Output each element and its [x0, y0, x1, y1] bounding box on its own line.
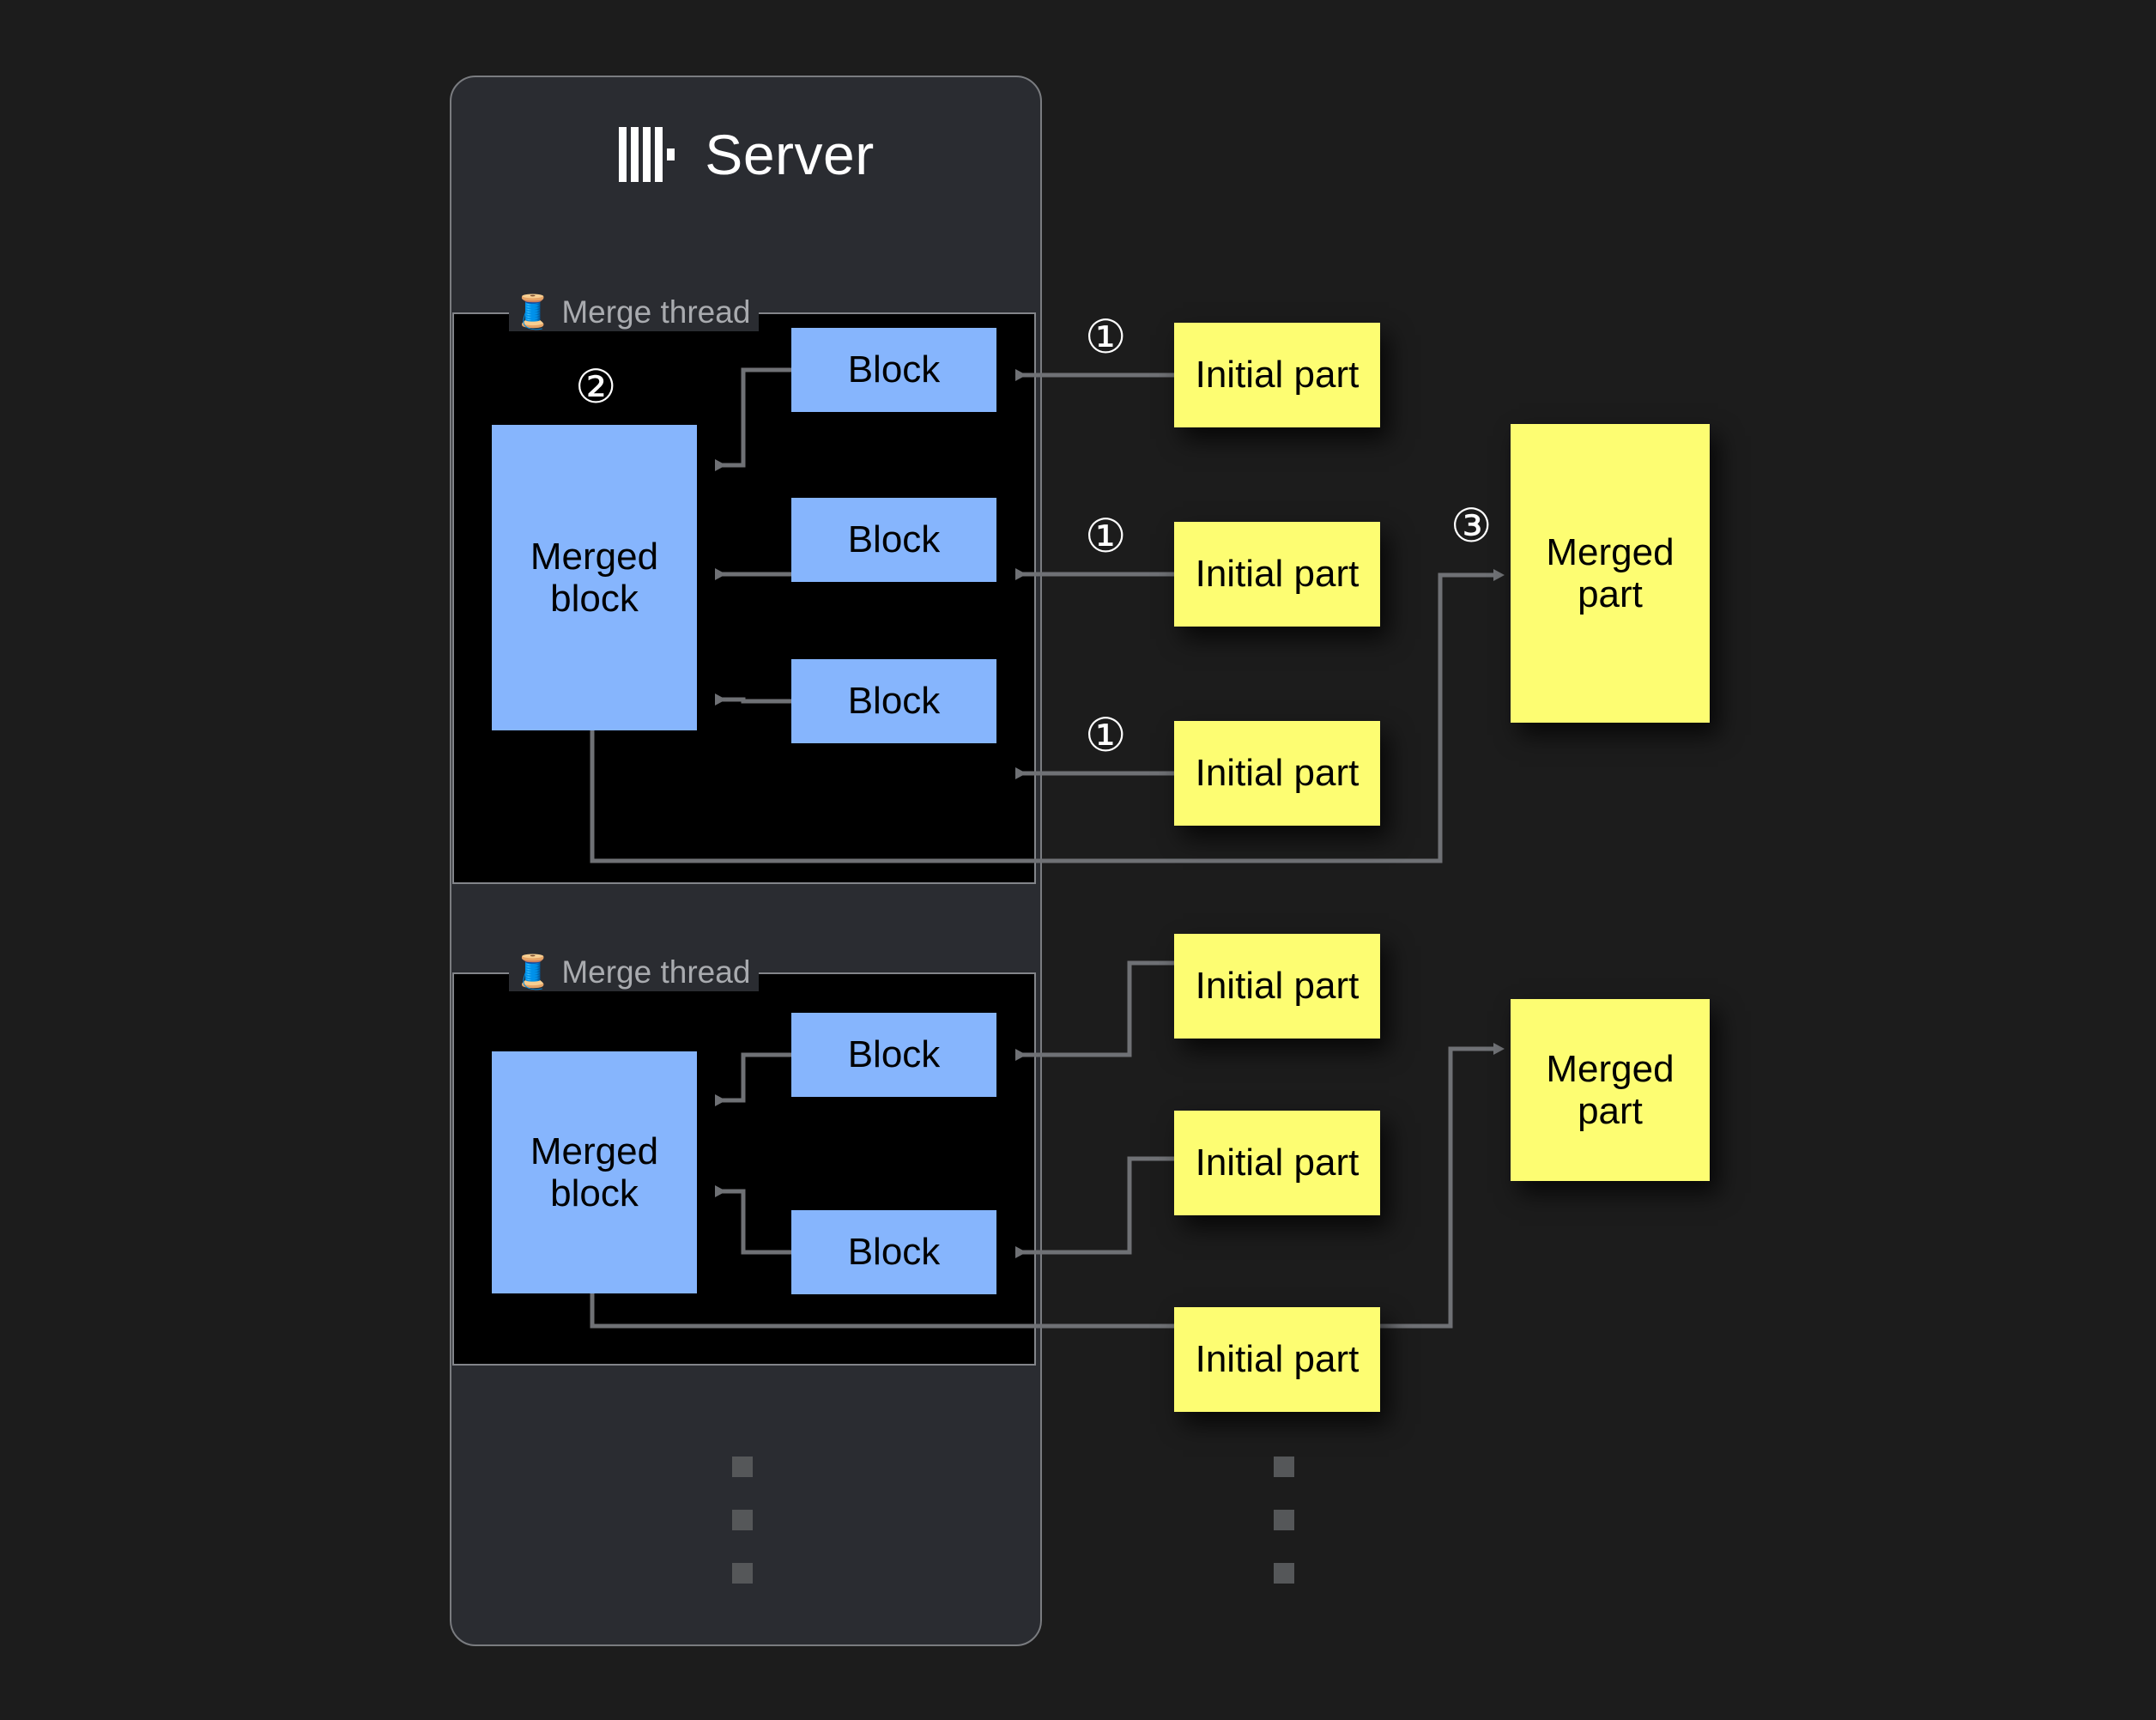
diagram-canvas: Server 🧵 Merge thread 🧵 Merge thread Blo… — [0, 0, 2156, 1720]
merged-part-box: Merged part — [1511, 424, 1710, 723]
block-box: Block — [791, 659, 996, 743]
block-box: Block — [791, 328, 996, 412]
block-box: Block — [791, 1013, 996, 1097]
server-title: Server — [450, 113, 1042, 196]
step-marker-1a: ① — [1085, 310, 1127, 364]
initial-part-box: Initial part — [1174, 522, 1380, 627]
server-title-label: Server — [705, 123, 875, 186]
ellipsis-dot — [1274, 1510, 1294, 1530]
step-marker-3: ③ — [1450, 499, 1493, 553]
initial-part-box: Initial part — [1174, 934, 1380, 1039]
thread-spool-icon: 🧵 — [512, 954, 554, 990]
merge-thread-label-text: Merge thread — [561, 294, 751, 330]
step-marker-2: ② — [575, 360, 617, 414]
initial-part-box: Initial part — [1174, 721, 1380, 826]
initial-part-box: Initial part — [1174, 1111, 1380, 1215]
merge-thread-label-text: Merge thread — [561, 954, 751, 990]
merge-thread-label-1: 🧵 Merge thread — [509, 294, 760, 331]
parts-vertical-ellipsis — [1274, 1457, 1294, 1616]
block-box: Block — [791, 498, 996, 582]
merged-block-box: Merged block — [492, 425, 697, 730]
clickhouse-logo-icon — [617, 122, 682, 187]
initial-part-box: Initial part — [1174, 323, 1380, 427]
ellipsis-dot — [732, 1510, 753, 1530]
connector-wires — [590, 367, 1505, 1329]
initial-part-box: Initial part — [1174, 1307, 1380, 1412]
ellipsis-dot — [732, 1563, 753, 1584]
block-box: Block — [791, 1210, 996, 1294]
thread-spool-icon: 🧵 — [512, 294, 554, 330]
ellipsis-dot — [1274, 1563, 1294, 1584]
step-marker-1c: ① — [1085, 708, 1127, 762]
merged-part-box: Merged part — [1511, 999, 1710, 1181]
server-vertical-ellipsis — [732, 1457, 753, 1616]
merge-thread-label-2: 🧵 Merge thread — [509, 954, 760, 991]
step-marker-1b: ① — [1085, 509, 1127, 563]
ellipsis-dot — [1274, 1457, 1294, 1477]
ellipsis-dot — [732, 1457, 753, 1477]
merged-block-box: Merged block — [492, 1051, 697, 1293]
